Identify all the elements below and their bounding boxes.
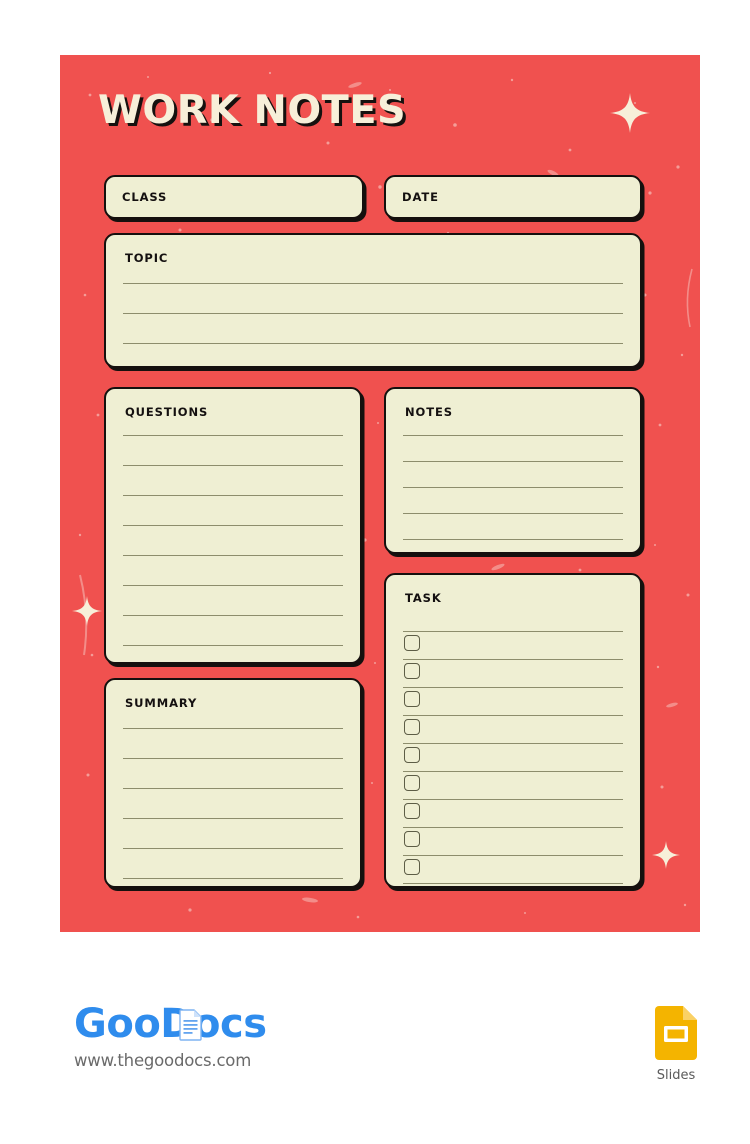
task-checkbox[interactable] (404, 719, 420, 735)
task-line (403, 715, 623, 716)
task-checkbox[interactable] (404, 635, 420, 651)
brand-url[interactable]: www.thegoodocs.com (74, 1051, 267, 1070)
task-line (403, 687, 623, 688)
brand-name-prefix: Goo (74, 1001, 161, 1047)
questions-line (123, 465, 343, 466)
task-checkbox[interactable] (404, 803, 420, 819)
notes-line (403, 435, 623, 436)
page-title: WORK NOTES (98, 88, 407, 133)
task-checkbox[interactable] (404, 859, 420, 875)
notes-line (403, 539, 623, 540)
date-field[interactable]: DATE (384, 175, 642, 219)
class-field[interactable]: CLASS (104, 175, 364, 219)
document-icon (179, 1009, 202, 1041)
work-notes-poster: WORK NOTES CLASS DATE TOPIC QUESTIONS NO… (60, 55, 700, 932)
topic-line (123, 313, 623, 314)
questions-line (123, 495, 343, 496)
sparkle-top-right-icon (610, 93, 650, 133)
template-page: WORK NOTES CLASS DATE TOPIC QUESTIONS NO… (0, 0, 750, 1144)
summary-section[interactable]: SUMMARY (104, 678, 362, 888)
task-line (403, 883, 623, 884)
footer: Goo Docs www.thegoodocs.com Slides (0, 932, 750, 1144)
questions-writing-lines (123, 429, 343, 652)
sparkle-left-middle-icon (72, 596, 102, 626)
questions-line (123, 585, 343, 586)
task-line (403, 631, 623, 632)
questions-line (123, 555, 343, 556)
task-checkbox[interactable] (404, 831, 420, 847)
topic-line (123, 283, 623, 284)
task-checkbox[interactable] (404, 663, 420, 679)
questions-line (123, 435, 343, 436)
questions-line (123, 615, 343, 616)
notes-line (403, 513, 623, 514)
notes-writing-lines (403, 429, 623, 542)
task-line (403, 855, 623, 856)
questions-section[interactable]: QUESTIONS (104, 387, 362, 664)
topic-line (123, 343, 623, 344)
summary-line (123, 758, 343, 759)
slides-label: Slides (656, 1068, 696, 1083)
topic-section[interactable]: TOPIC (104, 233, 642, 368)
questions-section-label: QUESTIONS (125, 405, 209, 419)
summary-line (123, 788, 343, 789)
task-line (403, 827, 623, 828)
slides-icon (655, 1006, 697, 1060)
notes-line (403, 461, 623, 462)
task-section[interactable]: TASK (384, 573, 642, 888)
topic-writing-lines (123, 275, 623, 356)
task-checkbox[interactable] (404, 775, 420, 791)
summary-line (123, 728, 343, 729)
questions-line (123, 645, 343, 646)
notes-section[interactable]: NOTES (384, 387, 642, 554)
task-checkbox[interactable] (404, 747, 420, 763)
google-slides-badge[interactable]: Slides (645, 1006, 707, 1083)
notes-line (403, 487, 623, 488)
task-line (403, 799, 623, 800)
task-checkbox[interactable] (404, 691, 420, 707)
questions-line (123, 525, 343, 526)
summary-line (123, 818, 343, 819)
goodocs-brand[interactable]: Goo Docs www.thegoodocs.com (74, 1004, 267, 1070)
task-list (403, 615, 623, 884)
task-line (403, 771, 623, 772)
notes-section-label: NOTES (405, 405, 453, 419)
summary-section-label: SUMMARY (125, 696, 198, 710)
goodocs-logo: Goo Docs (74, 1004, 267, 1044)
class-field-label: CLASS (122, 190, 168, 204)
task-section-label: TASK (405, 591, 442, 605)
task-line (403, 659, 623, 660)
brand-name-suffix: Docs (160, 1001, 267, 1047)
summary-line (123, 848, 343, 849)
task-line (403, 743, 623, 744)
sparkle-bottom-right-icon (652, 841, 680, 869)
summary-line (123, 878, 343, 879)
summary-writing-lines (123, 720, 343, 879)
topic-section-label: TOPIC (125, 251, 169, 265)
date-field-label: DATE (402, 190, 439, 204)
